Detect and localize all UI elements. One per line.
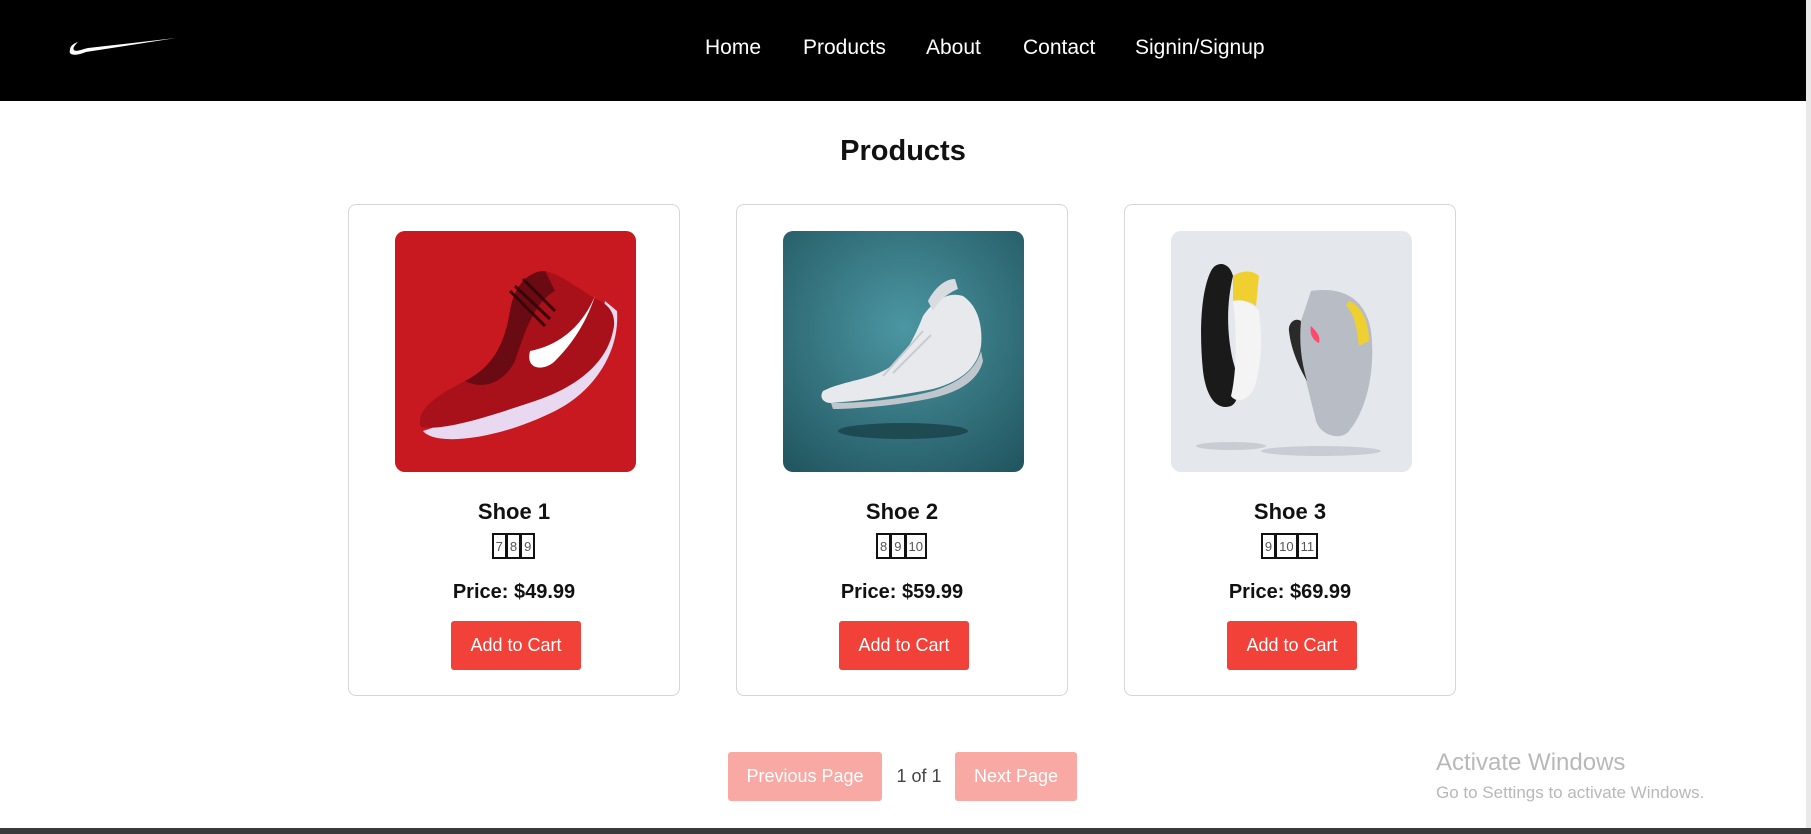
product-card: Shoe 2 8 9 10 Price: $59.99 Add to Cart	[736, 204, 1068, 696]
size-option[interactable]: 9	[890, 533, 906, 559]
nav-about-link[interactable]: About	[926, 36, 981, 60]
size-option[interactable]: 8	[505, 533, 522, 559]
size-option[interactable]: 11	[1296, 533, 1319, 559]
nav-products-link[interactable]: Products	[803, 36, 886, 60]
add-to-cart-button[interactable]: Add to Cart	[451, 621, 581, 670]
product-name: Shoe 3	[1253, 499, 1327, 524]
nav-contact-link[interactable]: Contact	[1023, 36, 1095, 60]
product-card: Shoe 3 9 10 11 Price: $69.99 Add to Cart	[1124, 204, 1456, 696]
product-card: Shoe 1 7 8 9 Price: $49.99 Add to Cart	[348, 204, 680, 696]
size-options: 8 9 10	[737, 533, 1067, 563]
size-option[interactable]: 7	[491, 533, 507, 559]
size-option[interactable]: 9	[520, 533, 536, 559]
vertical-scrollbar[interactable]	[1806, 0, 1811, 828]
activate-windows-watermark-title: Activate Windows	[1436, 749, 1626, 776]
nav-home-link[interactable]: Home	[705, 36, 761, 60]
white-shoe-image	[783, 231, 1024, 472]
product-name: Shoe 1	[477, 499, 551, 524]
product-price: Price: $59.99	[840, 581, 964, 603]
nav-signin-signup-link[interactable]: Signin/Signup	[1135, 36, 1265, 60]
previous-page-button[interactable]: Previous Page	[728, 752, 882, 801]
size-option[interactable]: 9	[1260, 533, 1277, 559]
activate-windows-watermark-subtitle: Go to Settings to activate Windows.	[1436, 783, 1705, 802]
product-name: Shoe 2	[865, 499, 939, 524]
product-image[interactable]	[395, 231, 636, 472]
product-image[interactable]	[783, 231, 1024, 472]
size-options: 7 8 9	[349, 533, 679, 563]
add-to-cart-button[interactable]: Add to Cart	[839, 621, 969, 670]
page-indicator: 1 of 1	[896, 766, 942, 786]
size-options: 9 10 11	[1125, 533, 1455, 563]
product-price: Price: $69.99	[1228, 581, 1352, 603]
size-option[interactable]: 8	[876, 533, 892, 559]
page-title: Products	[840, 135, 966, 167]
navbar: Home Products About Contact Signin/Signu…	[0, 0, 1806, 101]
add-to-cart-button[interactable]: Add to Cart	[1227, 621, 1357, 670]
size-option[interactable]: 10	[1275, 533, 1298, 559]
size-option[interactable]: 10	[904, 533, 927, 559]
next-page-button[interactable]: Next Page	[955, 752, 1077, 801]
red-shoe-image	[395, 231, 636, 472]
nav-links: Home Products About Contact Signin/Signu…	[0, 0, 1806, 101]
taskbar-edge	[0, 828, 1811, 834]
product-price: Price: $49.99	[452, 581, 576, 603]
sneaker-pair-image	[1171, 231, 1412, 472]
product-image[interactable]	[1171, 231, 1412, 472]
